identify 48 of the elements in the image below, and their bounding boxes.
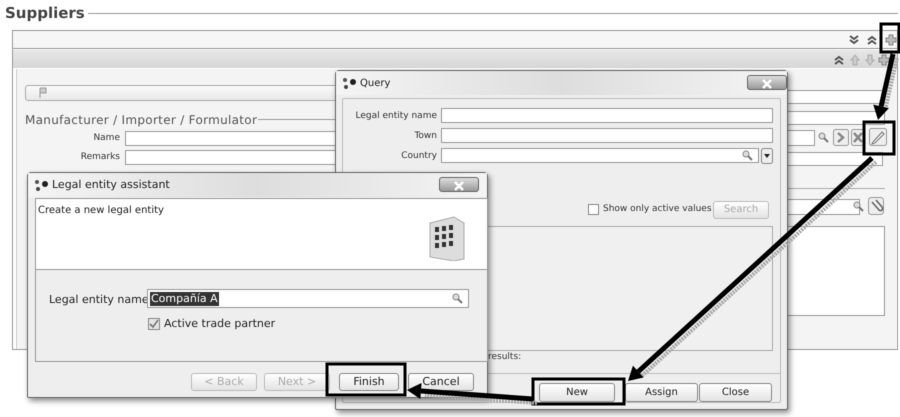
checkbox-label: Active trade partner: [164, 316, 276, 332]
dialog-button[interactable]: Cancel: [408, 373, 474, 391]
search-icon[interactable]: [818, 132, 830, 144]
field-label: Town: [413, 130, 437, 142]
expand-up-icon[interactable]: [866, 34, 878, 46]
dialog-button[interactable]: Assign: [625, 383, 698, 402]
input-field[interactable]: [785, 90, 885, 104]
dialog-button[interactable]: Finish: [339, 373, 399, 391]
search-icon[interactable]: [853, 201, 865, 213]
app-icon: [342, 77, 356, 89]
field-label: Name: [92, 132, 120, 144]
close-icon: [454, 180, 464, 190]
add-icon[interactable]: [878, 54, 890, 66]
input-field[interactable]: [785, 130, 815, 146]
checkbox-label: Show only active values: [603, 203, 712, 215]
field-label: Remarks: [80, 151, 120, 163]
field-value: Compañía A: [150, 292, 219, 306]
input-field[interactable]: [441, 128, 773, 143]
window-close-button[interactable]: [439, 177, 479, 192]
app-icon: [34, 179, 48, 191]
checkbox[interactable]: [588, 204, 599, 214]
window-title: Legal entity assistant: [52, 176, 170, 193]
arrow: [873, 53, 899, 120]
section-title: Manufacturer / Importer / Formulator: [25, 112, 258, 129]
input-field[interactable]: [441, 108, 773, 123]
input-field[interactable]: [441, 148, 759, 163]
highlight-frame: [862, 120, 896, 156]
collapse-all-icon[interactable]: [848, 34, 860, 46]
field-label: Legal entity name: [49, 292, 149, 308]
move-top-icon[interactable]: [833, 54, 845, 66]
input-field[interactable]: Compañía A: [147, 289, 469, 308]
dialog-button[interactable]: New: [539, 383, 615, 402]
dropdown-icon[interactable]: [761, 148, 773, 164]
field-label: Country: [400, 150, 437, 162]
window-close-button[interactable]: [747, 75, 787, 90]
paperclip-icon[interactable]: [868, 197, 884, 215]
dialog-button[interactable]: Close: [699, 383, 772, 402]
close-icon: [762, 78, 772, 88]
dialog-heading: Create a new legal entity: [38, 204, 164, 218]
pen-icon[interactable]: [869, 128, 887, 146]
highlight-frame: [880, 22, 900, 54]
window-title: Query: [360, 76, 390, 90]
search-icon[interactable]: [452, 293, 464, 305]
search-icon[interactable]: [742, 150, 754, 162]
results-label: results:: [488, 351, 522, 363]
page-title: Suppliers: [5, 4, 85, 22]
field-label: Legal entity name: [354, 110, 437, 122]
checkbox[interactable]: [148, 318, 160, 330]
